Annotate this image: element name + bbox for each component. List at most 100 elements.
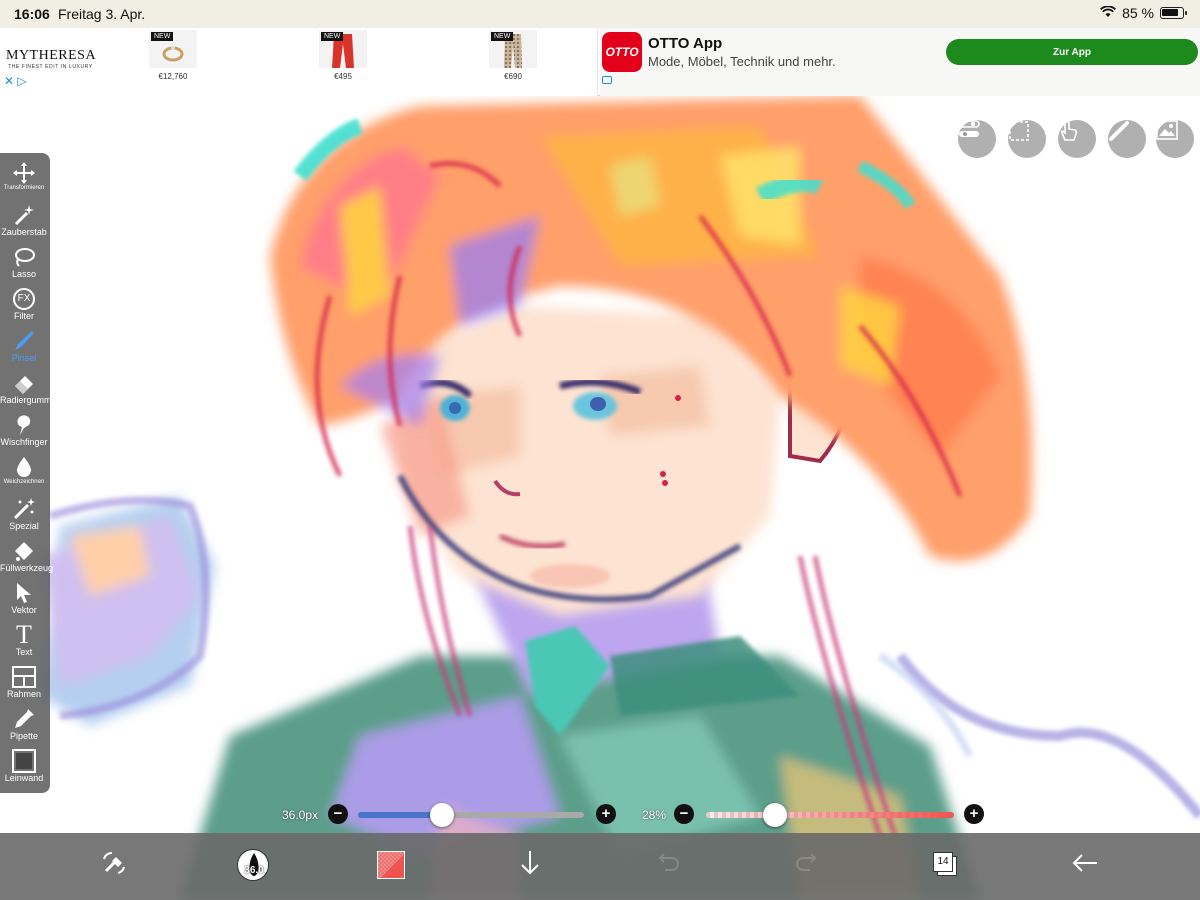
tool-vector[interactable]: Vektor (0, 581, 48, 623)
mytheresa-ad[interactable]: MYTHERESA THE FINEST EDIT IN LUXURY ✕ ▷ … (0, 28, 598, 96)
otto-title: OTTO App (648, 35, 723, 52)
ad-product-3[interactable]: NEW €690 (488, 30, 538, 94)
tool-label: Pinsel (11, 353, 37, 363)
mytheresa-tagline: THE FINEST EDIT IN LUXURY (8, 64, 93, 70)
status-right: 85 % (1100, 5, 1187, 21)
ad-price: €690 (504, 72, 522, 81)
brush-size-slider[interactable] (358, 812, 584, 818)
bottom-toolbar: 36.0 14 (0, 833, 1200, 900)
tool-label: Leinwand (4, 773, 44, 783)
battery-icon (1160, 7, 1187, 19)
opacity-slider[interactable] (706, 812, 954, 818)
status-date: Freitag 3. Apr. (58, 6, 146, 22)
layers-icon: 14 (933, 852, 959, 878)
ring-image: NEW (149, 30, 197, 68)
status-bar: 16:06 Freitag 3. Apr. 85 % (0, 0, 1200, 28)
smudge-icon (0, 413, 48, 437)
frame-icon (0, 665, 48, 689)
zur-app-button[interactable]: Zur App (946, 39, 1198, 65)
size-decrease-button[interactable]: − (328, 804, 348, 824)
quick-menu-button[interactable] (92, 843, 136, 887)
redo-button[interactable] (785, 843, 829, 887)
tool-eraser[interactable]: Radiergummi (0, 371, 54, 413)
tool-label: Zauberstab (1, 227, 47, 237)
ad-product-2[interactable]: NEW €495 (318, 30, 368, 94)
vector-icon (0, 581, 48, 605)
opacity-slider-handle[interactable] (763, 803, 788, 827)
tool-canvas[interactable]: Leinwand (0, 749, 48, 791)
tool-filter[interactable]: FX Filter (0, 287, 48, 329)
tool-blur[interactable]: Weichzeichnen (0, 455, 48, 497)
trousers-image: NEW (319, 30, 367, 68)
toggle-icon[interactable] (958, 120, 996, 158)
brush-icon (0, 329, 48, 353)
eyedropper-icon (0, 707, 48, 731)
arrow-left-icon (1071, 852, 1099, 879)
canvas-icon (0, 749, 48, 773)
undo-icon (655, 852, 681, 879)
opacity-increase-button[interactable]: + (964, 804, 984, 824)
color-button[interactable] (369, 843, 413, 887)
tool-label: Weichzeichnen (3, 479, 45, 485)
text-icon: T (16, 620, 32, 649)
tool-label: Vektor (11, 605, 37, 615)
hand-icon[interactable] (1058, 120, 1096, 158)
bucket-icon (0, 539, 48, 563)
brush-tip-icon: 36.0 (237, 849, 269, 881)
tool-label: Rahmen (6, 689, 42, 699)
selection-icon[interactable] (1008, 120, 1046, 158)
tool-smudge[interactable]: Wischfinger (0, 413, 48, 455)
ad-product-1[interactable]: NEW €12,760 (148, 30, 198, 94)
size-increase-button[interactable]: + (596, 804, 616, 824)
ad-close-icon[interactable]: ✕ ▷ (4, 74, 27, 88)
transform-brush-icon (100, 849, 128, 882)
tool-bucket[interactable]: Füllwerkzeug (0, 539, 53, 581)
tool-transform[interactable]: Transformieren (0, 161, 48, 203)
tool-label: Radiergummi (0, 395, 54, 405)
otto-logo: OTTO (602, 32, 642, 72)
tool-text[interactable]: T Text (0, 620, 48, 665)
otto-ad[interactable]: OTTO OTTO App Mode, Möbel, Technik und m… (600, 28, 1200, 96)
opacity-decrease-button[interactable]: − (674, 804, 694, 824)
arrow-down-icon (518, 849, 542, 882)
tool-label: Spezial (9, 521, 39, 531)
layer-count: 14 (933, 852, 953, 872)
mytheresa-logo: MYTHERESA (6, 48, 97, 63)
battery-percent: 85 % (1122, 5, 1154, 21)
tool-palette: Transformieren Zauberstab Lasso FX Filte… (0, 153, 54, 793)
lasso-icon (0, 245, 48, 269)
ad-info-icon[interactable] (602, 76, 612, 84)
drawing-canvas[interactable] (0, 96, 1200, 900)
tool-label: Pipette (9, 731, 39, 741)
tool-eyedropper[interactable]: Pipette (0, 707, 48, 749)
opacity-label: 28% (642, 808, 667, 822)
brush-preview-button[interactable]: 36.0 (231, 843, 275, 887)
tool-special[interactable]: Spezial (0, 497, 48, 539)
import-button[interactable] (508, 843, 552, 887)
blur-icon (0, 455, 48, 479)
brush-size-label: 36.0px (282, 808, 319, 822)
special-icon (0, 497, 48, 521)
new-badge: NEW (321, 32, 344, 41)
new-badge: NEW (151, 32, 174, 41)
status-time: 16:06 (14, 6, 50, 22)
tool-lasso[interactable]: Lasso (0, 245, 48, 287)
tool-magic-wand[interactable]: Zauberstab (0, 203, 48, 245)
tool-frame[interactable]: Rahmen (0, 665, 48, 707)
ad-banner[interactable]: MYTHERESA THE FINEST EDIT IN LUXURY ✕ ▷ … (0, 28, 1200, 96)
magic-wand-icon (0, 203, 48, 227)
undo-button[interactable] (646, 843, 690, 887)
tool-label: Lasso (11, 269, 37, 279)
layers-button[interactable]: 14 (924, 843, 968, 887)
fx-icon: FX (0, 287, 48, 311)
image-icon[interactable] (1156, 120, 1194, 158)
color-swatch-icon (377, 851, 405, 879)
redo-icon (794, 852, 820, 879)
size-slider-handle[interactable] (429, 803, 454, 827)
ruler-icon[interactable] (1108, 120, 1146, 158)
back-button[interactable] (1063, 843, 1107, 887)
tool-brush[interactable]: Pinsel (0, 329, 48, 371)
eraser-icon (0, 371, 48, 395)
new-badge: NEW (491, 32, 514, 41)
tool-label: Text (15, 647, 33, 657)
